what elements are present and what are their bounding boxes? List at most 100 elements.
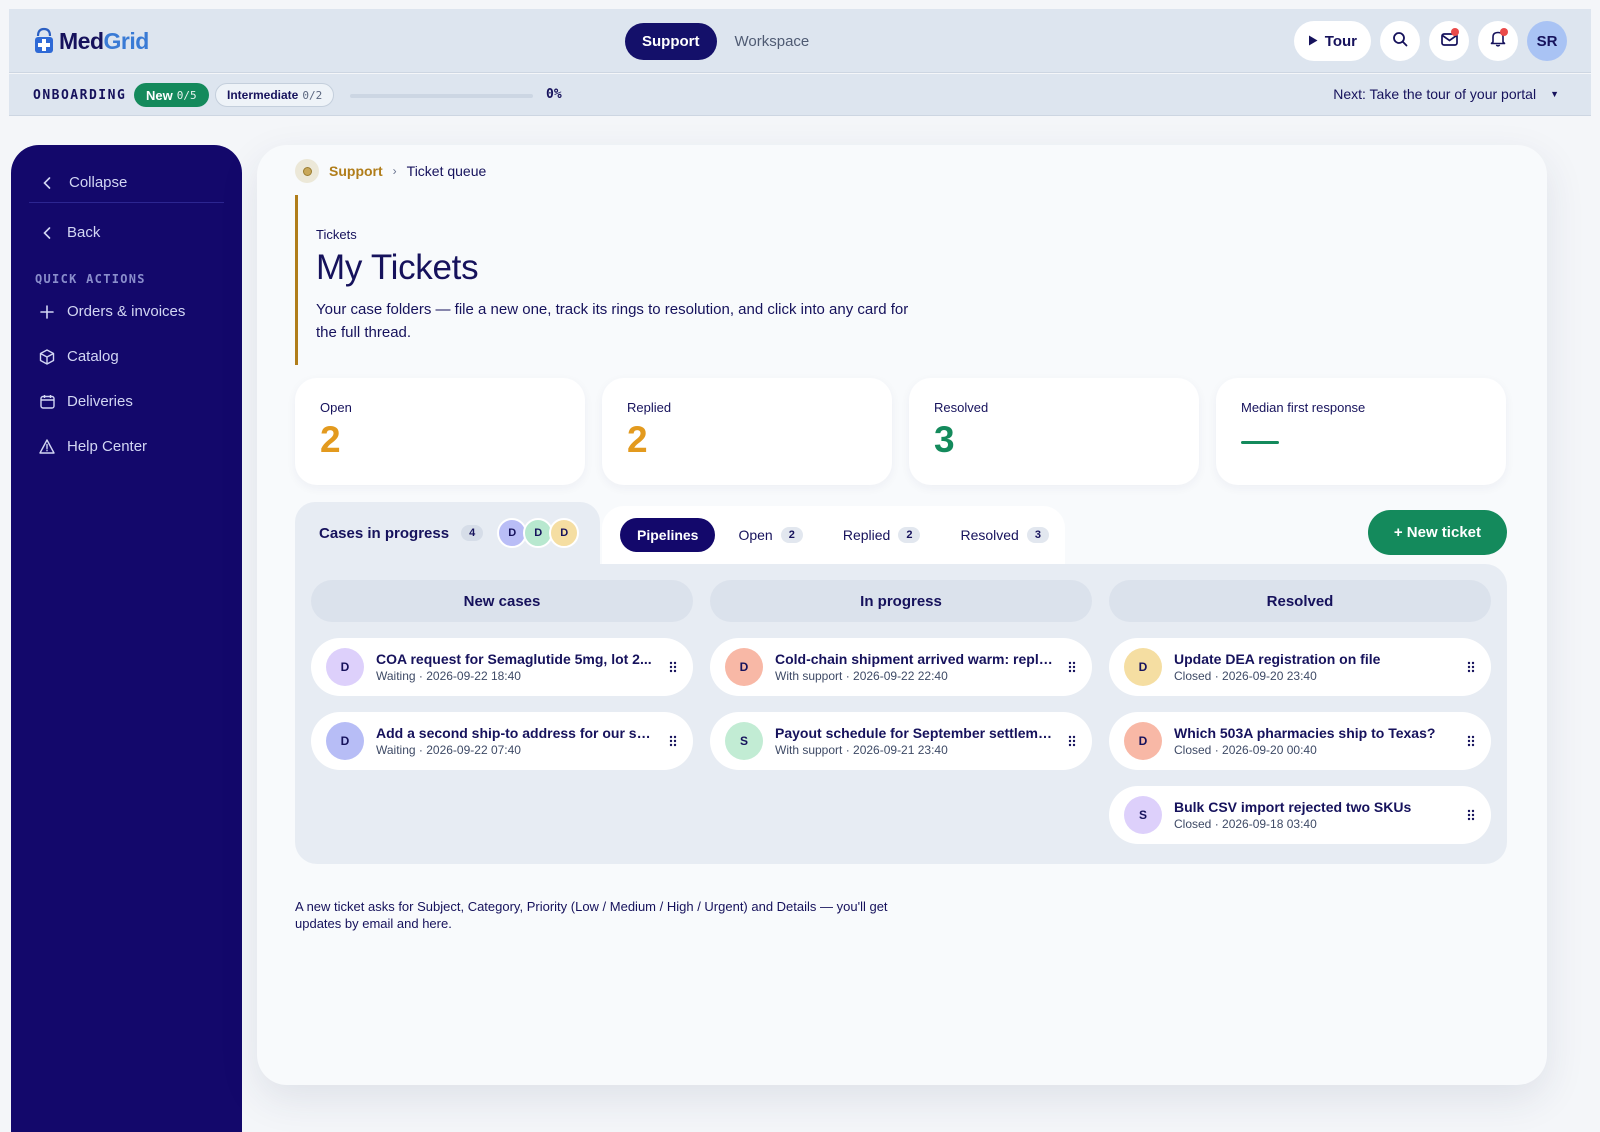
ticket-board: Cases in progress 4 D D D Pipelines Open… (295, 502, 1507, 864)
notification-dot (1500, 28, 1508, 36)
cases-count-badge: 4 (461, 525, 484, 541)
tab-open[interactable]: Open 2 (721, 518, 819, 552)
ticket-title: Which 503A pharmacies ship to Texas? (1174, 725, 1436, 741)
tab-replied[interactable]: Replied 2 (826, 518, 938, 552)
nav-workspace[interactable]: Workspace (735, 33, 810, 50)
tab-count-badge: 2 (898, 527, 921, 543)
sidebar-item-label: Deliveries (67, 393, 133, 410)
stat-label: Open (320, 400, 352, 415)
caret-down-icon: ▼ (1550, 89, 1559, 99)
notifications-button[interactable] (1478, 21, 1518, 61)
page-eyebrow: Tickets (316, 227, 357, 242)
stat-value: 2 (320, 419, 341, 460)
avatar: D (326, 722, 364, 760)
ticket-card-body: Which 503A pharmacies ship to Texas? Clo… (1174, 725, 1452, 757)
ticket-title: Update DEA registration on file (1174, 651, 1381, 667)
drag-handle-icon[interactable] (669, 660, 677, 673)
ticket-card-body: Bulk CSV import rejected two SKUs Closed… (1174, 799, 1452, 831)
stat-resolved: Resolved 3 (909, 378, 1199, 485)
onboarding-bar: ONBOARDING New 0/5 Intermediate 0/2 0% N… (9, 74, 1591, 116)
ticket-card[interactable]: S Payout schedule for September settleme… (710, 712, 1092, 770)
drag-handle-icon[interactable] (1068, 660, 1076, 673)
new-ticket-help-text: A new ticket asks for Subject, Category,… (295, 899, 888, 931)
tab-label: Open (738, 527, 773, 543)
ticket-card[interactable]: D Add a second ship-to address for our s… (311, 712, 693, 770)
mail-unread-dot (1451, 28, 1459, 36)
ticket-card-body: COA request for Semaglutide 5mg, lot 2..… (376, 651, 654, 683)
cases-in-progress-header: Cases in progress 4 D D D (295, 502, 600, 564)
sidebar-item-orders[interactable]: Orders & invoices (39, 303, 185, 320)
plus-icon (39, 304, 55, 320)
stat-value: 3 (934, 419, 955, 460)
onboarding-label: ONBOARDING (33, 88, 127, 103)
sidebar: Collapse Back QUICK ACTIONS Orders & inv… (11, 145, 242, 1132)
drag-handle-icon[interactable] (669, 734, 677, 747)
drag-handle-icon[interactable] (1068, 734, 1076, 747)
ticket-meta: Waiting · 2026-09-22 07:40 (376, 743, 521, 757)
cases-title: Cases in progress (319, 524, 450, 542)
sidebar-item-catalog[interactable]: Catalog (39, 348, 119, 365)
tab-resolved[interactable]: Resolved 3 (943, 518, 1066, 552)
drag-handle-icon[interactable] (1467, 734, 1475, 747)
tab-label: Resolved (960, 527, 1019, 543)
stat-label: Resolved (934, 400, 989, 415)
ticket-meta: Closed · 2026-09-20 23:40 (1174, 669, 1317, 683)
search-button[interactable] (1380, 21, 1420, 61)
tour-button[interactable]: Tour (1293, 21, 1371, 61)
box-icon (39, 348, 55, 365)
ticket-title: Add a second ship-to address for our sat… (376, 725, 654, 741)
sidebar-collapse-label: Collapse (69, 174, 128, 191)
stat-label: Median first response (1241, 400, 1366, 415)
pipeline-board: New cases D COA request for Semaglutide … (295, 564, 1507, 864)
onboarding-new-count: 0/5 (176, 88, 197, 102)
ticket-card[interactable]: D Update DEA registration on file Closed… (1109, 638, 1491, 696)
page-description: Your case folders — file a new one, trac… (316, 301, 909, 341)
play-icon (1308, 33, 1318, 50)
drag-handle-icon[interactable] (1467, 660, 1475, 673)
sidebar-collapse-button[interactable]: Collapse (29, 163, 224, 203)
sidebar-item-deliveries[interactable]: Deliveries (39, 393, 133, 410)
ticket-meta: With support · 2026-09-22 22:40 (775, 669, 948, 683)
sidebar-item-label: Help Center (67, 438, 148, 455)
ticket-card[interactable]: D Cold-chain shipment arrived warm: repl… (710, 638, 1092, 696)
column-title: In progress (710, 580, 1092, 622)
page-header: Tickets My Tickets Your case folders — f… (295, 195, 935, 365)
cases-avatar-stack: D D D (497, 518, 580, 548)
mail-button[interactable] (1429, 21, 1469, 61)
onboarding-next-step[interactable]: Next: Take the tour of your portal ▼ (1333, 86, 1559, 102)
avatar: S (1124, 796, 1162, 834)
column-resolved: Resolved D Update DEA registration on fi… (1109, 580, 1491, 844)
user-avatar[interactable]: SR (1527, 21, 1567, 61)
stat-replied: Replied 2 (602, 378, 892, 485)
sidebar-item-help-center[interactable]: Help Center (39, 438, 147, 455)
sidebar-back-button[interactable]: Back (39, 224, 100, 241)
breadcrumb-support-link[interactable]: Support (329, 163, 383, 179)
avatar: D (725, 648, 763, 686)
search-icon (1392, 31, 1408, 52)
brand-logo[interactable]: MedGrid (33, 26, 149, 56)
tour-label: Tour (1324, 32, 1357, 50)
ticket-meta: With support · 2026-09-21 23:40 (775, 743, 948, 757)
avatar: D (549, 518, 580, 548)
ticket-title: Bulk CSV import rejected two SKUs (1174, 799, 1412, 815)
stat-label: Replied (627, 400, 672, 415)
ticket-card-body: Update DEA registration on file Closed ·… (1174, 651, 1452, 683)
medgrid-logo-icon (33, 26, 55, 56)
tab-count-badge: 2 (780, 527, 803, 543)
new-ticket-button[interactable]: + New ticket (1367, 510, 1507, 555)
chevron-left-icon (39, 225, 55, 241)
ticket-card[interactable]: D Which 503A pharmacies ship to Texas? C… (1109, 712, 1491, 770)
nav-support[interactable]: Support (625, 23, 717, 60)
top-bar: MedGrid Support Workspace Tour SR (9, 9, 1591, 73)
tab-pipelines[interactable]: Pipelines (620, 518, 716, 552)
drag-handle-icon[interactable] (1467, 808, 1475, 821)
ticket-title: Payout schedule for September settleme..… (775, 725, 1053, 741)
onboarding-intermediate-pill[interactable]: Intermediate 0/2 (215, 83, 335, 107)
ticket-title: Cold-chain shipment arrived warm: repla.… (775, 651, 1053, 667)
ticket-meta: Waiting · 2026-09-22 18:40 (376, 669, 521, 683)
column-title: New cases (311, 580, 693, 622)
ticket-card[interactable]: S Bulk CSV import rejected two SKUs Clos… (1109, 786, 1491, 844)
onboarding-new-pill[interactable]: New 0/5 (134, 83, 209, 107)
ticket-card[interactable]: D COA request for Semaglutide 5mg, lot 2… (311, 638, 693, 696)
main-content: Support › Ticket queue Tickets My Ticket… (257, 145, 1547, 1085)
